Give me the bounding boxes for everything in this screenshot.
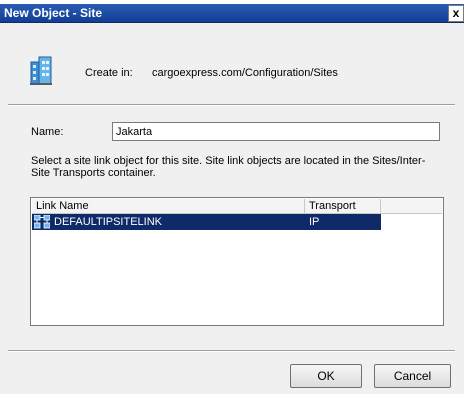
title-bar: New Object - Site x (0, 4, 464, 23)
separator-bottom (8, 350, 455, 352)
list-header: Link Name Transport (32, 199, 442, 214)
name-input[interactable] (112, 122, 440, 141)
list-item[interactable]: DEFAULTIPSITELINK IP (32, 214, 381, 230)
ok-button[interactable]: OK (290, 364, 362, 388)
column-header-filler (381, 199, 442, 213)
site-object-icon (30, 56, 52, 85)
site-link-name: DEFAULTIPSITELINK (54, 216, 162, 228)
window-title: New Object - Site (4, 6, 103, 20)
site-link-list[interactable]: Link Name Transport DEFAULTIPSITELINK IP (30, 197, 444, 326)
column-header-transport[interactable]: Transport (305, 199, 381, 213)
site-link-description: Select a site link object for this site.… (31, 155, 426, 179)
create-in-label: Create in: (85, 67, 133, 79)
close-button[interactable]: x (448, 5, 464, 22)
site-link-icon (34, 215, 50, 229)
separator-top (8, 104, 455, 106)
site-link-transport: IP (309, 216, 320, 228)
cancel-button[interactable]: Cancel (374, 364, 451, 388)
column-header-link-name[interactable]: Link Name (32, 199, 305, 213)
name-label: Name: (31, 126, 64, 138)
create-in-path: cargoexpress.com/Configuration/Sites (152, 67, 338, 79)
